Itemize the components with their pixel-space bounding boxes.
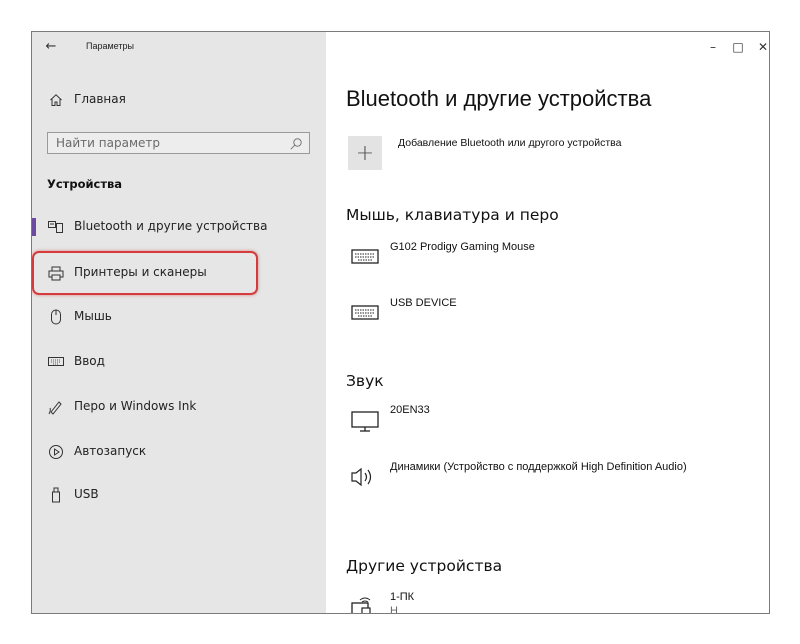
monitor-icon bbox=[348, 407, 382, 432]
sidebar-item-mouse[interactable]: Мышь bbox=[32, 305, 326, 329]
usb-icon bbox=[46, 485, 66, 505]
section-title: Устройства bbox=[47, 177, 123, 191]
group-heading-input: Мышь, клавиатура и перо bbox=[346, 206, 559, 224]
pen-icon bbox=[46, 397, 66, 417]
device-name: Динамики (Устройство с поддержкой High D… bbox=[390, 461, 687, 473]
app-title: Параметры bbox=[86, 41, 134, 51]
sidebar-item-label: Главная bbox=[74, 92, 126, 106]
device-status: Н bbox=[390, 605, 398, 614]
bluetooth-devices-icon bbox=[46, 217, 66, 237]
sidebar-item-input[interactable]: Ввод bbox=[32, 350, 326, 374]
content-pane: – □ ✕ Bluetooth и другие устройства + До… bbox=[326, 32, 769, 613]
search-input[interactable]: Найти параметр bbox=[47, 132, 310, 154]
sidebar-item-label: Bluetooth и другие устройства bbox=[74, 219, 268, 233]
device-item[interactable]: G102 Prodigy Gaming Mouse bbox=[346, 240, 746, 280]
device-item[interactable]: 1-ПК Н bbox=[346, 590, 746, 614]
sidebar-item-bluetooth[interactable]: Bluetooth и другие устройства bbox=[32, 215, 326, 239]
maximize-button[interactable]: □ bbox=[724, 36, 752, 58]
keyboard-icon bbox=[348, 244, 382, 268]
sidebar-item-home[interactable]: Главная bbox=[32, 88, 326, 112]
speaker-icon bbox=[348, 464, 382, 488]
add-device-label: Добавление Bluetooth или другого устройс… bbox=[398, 137, 622, 149]
sidebar-item-pen[interactable]: Перо и Windows Ink bbox=[32, 395, 326, 419]
settings-window: ← Параметры Главная Найти параметр Устро… bbox=[31, 31, 770, 614]
keyboard-icon bbox=[46, 352, 66, 372]
sidebar-item-label: USB bbox=[74, 487, 99, 501]
sidebar-item-label: Автозапуск bbox=[74, 444, 147, 458]
sidebar-item-label: Перо и Windows Ink bbox=[74, 399, 197, 413]
autoplay-icon bbox=[46, 442, 66, 462]
sidebar: ← Параметры Главная Найти параметр Устро… bbox=[32, 32, 326, 613]
group-heading-audio: Звук bbox=[346, 372, 384, 390]
device-name: G102 Prodigy Gaming Mouse bbox=[390, 241, 535, 253]
search-placeholder: Найти параметр bbox=[56, 136, 160, 150]
sidebar-item-usb[interactable]: USB bbox=[32, 483, 326, 507]
close-button[interactable]: ✕ bbox=[749, 36, 769, 58]
home-icon bbox=[46, 90, 66, 110]
device-item[interactable]: USB DEVICE bbox=[346, 296, 746, 336]
keyboard-icon bbox=[348, 300, 382, 324]
device-name: 1-ПК bbox=[390, 591, 415, 603]
device-name: USB DEVICE bbox=[390, 297, 457, 309]
minimize-button[interactable]: – bbox=[699, 36, 727, 58]
device-item[interactable]: 20EN33 bbox=[346, 403, 746, 443]
highlight-annotation bbox=[32, 251, 258, 295]
sidebar-item-autoplay[interactable]: Автозапуск bbox=[32, 440, 326, 464]
group-heading-other: Другие устройства bbox=[346, 557, 503, 575]
plus-icon: + bbox=[348, 136, 382, 170]
device-name: 20EN33 bbox=[390, 404, 430, 416]
sidebar-item-label: Ввод bbox=[74, 354, 105, 368]
sidebar-item-label: Мышь bbox=[74, 309, 112, 323]
mouse-icon bbox=[46, 307, 66, 327]
page-title: Bluetooth и другие устройства bbox=[346, 86, 652, 111]
back-arrow-icon[interactable]: ← bbox=[40, 37, 62, 57]
titlebar-left: ← Параметры bbox=[32, 32, 326, 64]
search-icon bbox=[289, 136, 303, 150]
device-item[interactable]: Динамики (Устройство с поддержкой High D… bbox=[346, 460, 746, 500]
network-device-icon bbox=[348, 594, 382, 613]
add-device-button[interactable]: + Добавление Bluetooth или другого устро… bbox=[346, 133, 746, 171]
